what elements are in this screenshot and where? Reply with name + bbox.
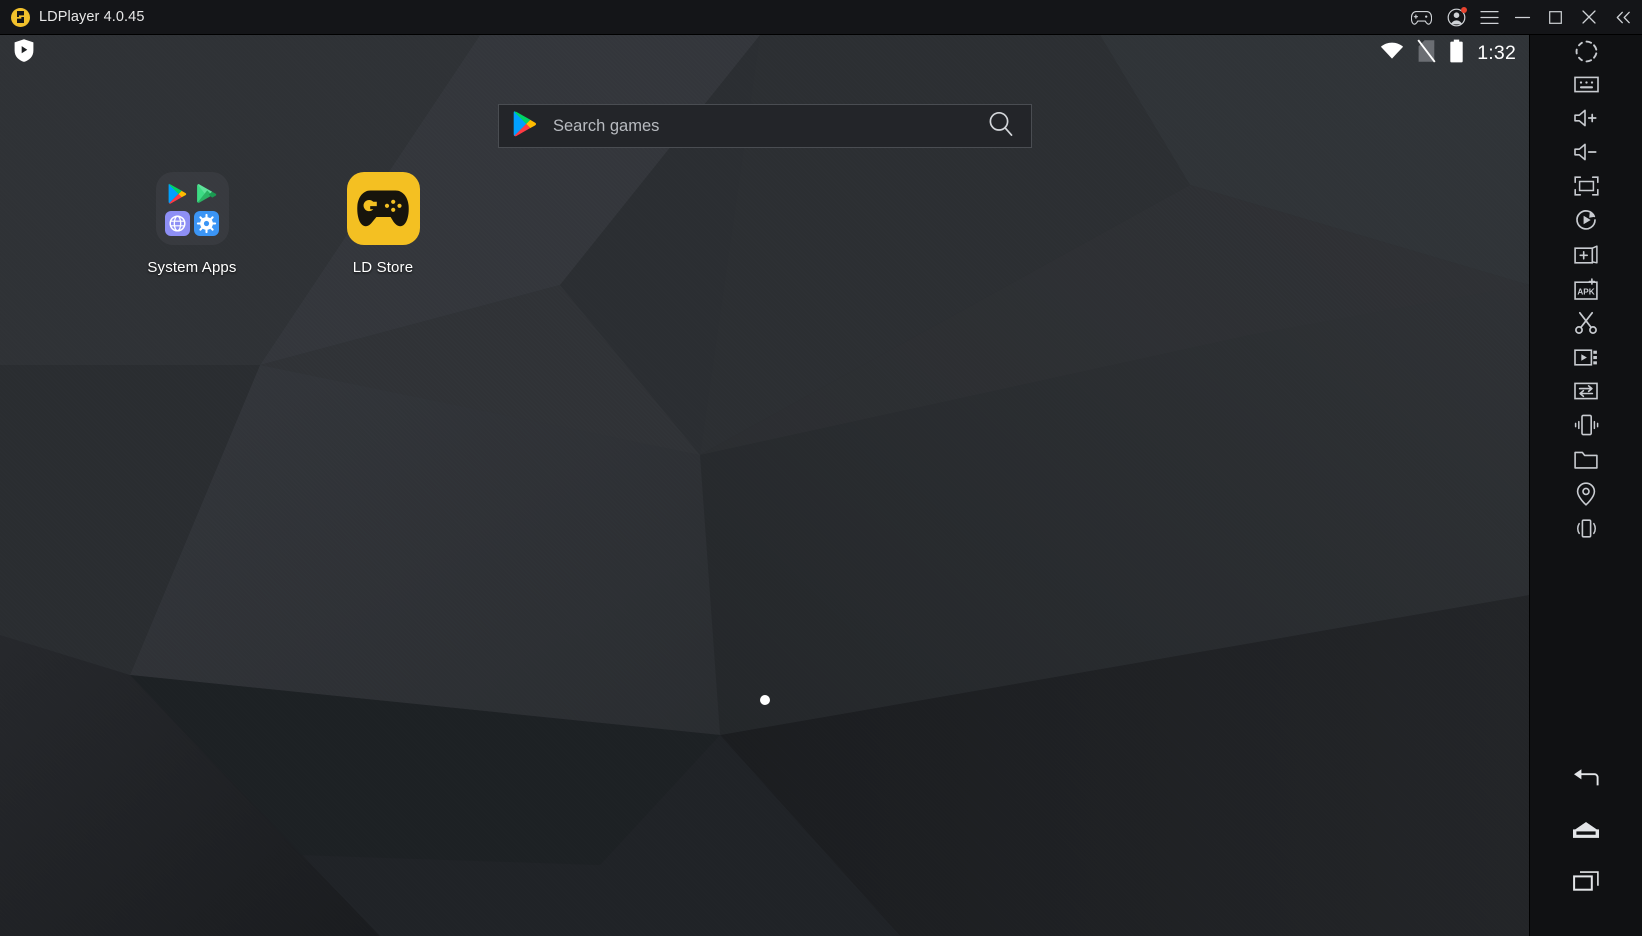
gamepad-icon[interactable] [1403, 0, 1440, 35]
page-indicator-dot[interactable] [760, 695, 770, 705]
ldplayer-logo-icon [11, 7, 30, 27]
status-icons: 1:32 [1380, 39, 1529, 68]
android-status-bar: 1:32 [0, 35, 1529, 71]
ldplayer-window: LDPlayer 4.0.45 1:32 Search games System… [0, 0, 1642, 936]
titlebar-left: LDPlayer 4.0.45 [0, 7, 145, 27]
ldplayer-shield-icon [13, 38, 35, 68]
collapse-icon[interactable] [1605, 0, 1642, 35]
vibrate-icon[interactable] [1566, 508, 1606, 548]
android-screen[interactable]: 1:32 Search games System Apps LD Store [0, 35, 1529, 936]
search-input[interactable]: Search games [553, 117, 987, 136]
back-icon[interactable] [1566, 757, 1606, 797]
maximize-icon[interactable] [1539, 0, 1572, 35]
wallpaper [0, 35, 1529, 936]
play-store-icon [165, 181, 190, 206]
minimize-icon[interactable] [1506, 0, 1539, 35]
macro-record-icon[interactable] [1566, 200, 1606, 240]
settings-icon [194, 210, 220, 236]
close-icon[interactable] [1572, 0, 1605, 35]
play-games-icon [194, 181, 219, 206]
account-notification-badge [1461, 6, 1467, 13]
battery-full-icon [1449, 39, 1464, 68]
browser-icon [164, 210, 190, 236]
emulator-sidebar: APK [1529, 35, 1642, 936]
no-sim-icon [1417, 39, 1436, 68]
status-bar-clock: 1:32 [1477, 41, 1516, 64]
app-label: System Apps [147, 259, 237, 276]
system-apps-folder[interactable]: System Apps [132, 172, 252, 276]
recents-icon[interactable] [1566, 861, 1606, 901]
play-search-bar[interactable]: Search games [498, 104, 1032, 148]
ld-store-app[interactable]: LD Store [323, 172, 443, 276]
window-titlebar: LDPlayer 4.0.45 [0, 0, 1642, 35]
menu-icon[interactable] [1473, 0, 1506, 35]
google-play-icon [513, 110, 538, 142]
svg-text:APK: APK [1577, 287, 1594, 296]
app-label: LD Store [352, 259, 414, 276]
account-icon[interactable] [1440, 0, 1473, 35]
gamepad-icon [356, 190, 409, 226]
search-icon[interactable] [987, 110, 1014, 142]
ld-store-tile[interactable] [346, 172, 420, 245]
home-icon[interactable] [1566, 809, 1606, 849]
titlebar-controls [1403, 0, 1642, 35]
wifi-icon [1380, 42, 1404, 65]
folder-tile[interactable] [155, 172, 229, 245]
sidebar-rail: APK [1530, 35, 1642, 936]
shake-device-icon[interactable] [1566, 405, 1606, 445]
window-title: LDPlayer 4.0.45 [39, 9, 145, 25]
